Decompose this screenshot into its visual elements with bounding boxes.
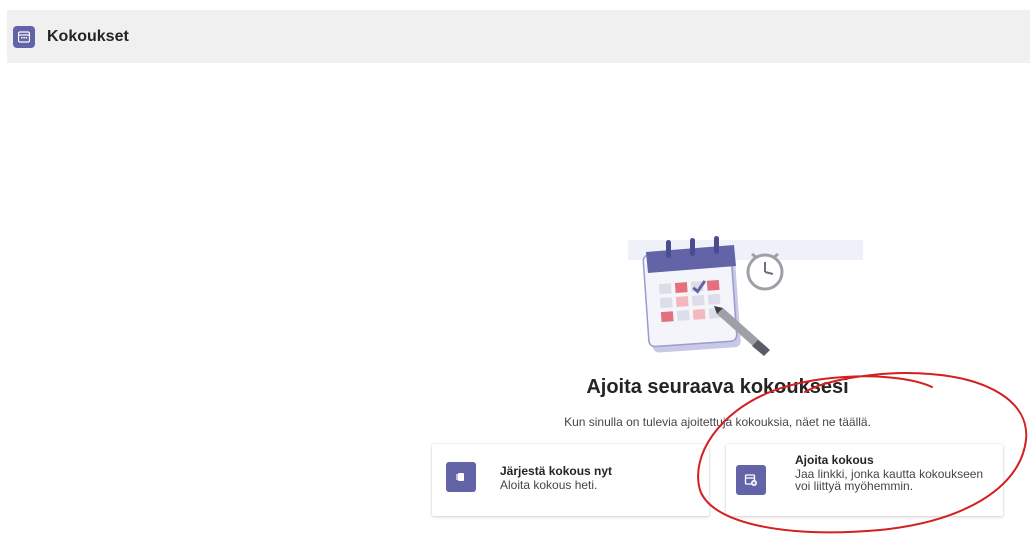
action-description: Jaa linkki, jonka kautta kokoukseen voi … [795,467,984,493]
schedule-meeting-button[interactable]: Ajoita kokous Jaa linkki, jonka kautta k… [726,444,1003,516]
empty-state-subline: Kun sinulla on tulevia ajoitettuja kokou… [564,415,871,429]
video-camera-icon [446,462,476,492]
empty-state-headline: Ajoita seuraava kokouksesi [586,376,849,398]
app-header: Kokoukset [7,10,1030,63]
calendar-clock-illustration [628,230,868,360]
calendar-add-icon [736,465,766,495]
calendar-icon[interactable] [13,25,35,48]
action-description: Aloita kokous heti. [500,478,598,492]
window-edge [0,0,7,543]
page-title: Kokoukset [47,27,129,45]
start-meeting-now-button[interactable]: Järjestä kokous nyt Aloita kokous heti. [432,444,709,516]
action-title: Järjestä kokous nyt [500,464,613,478]
action-title: Ajoita kokous [795,453,874,467]
